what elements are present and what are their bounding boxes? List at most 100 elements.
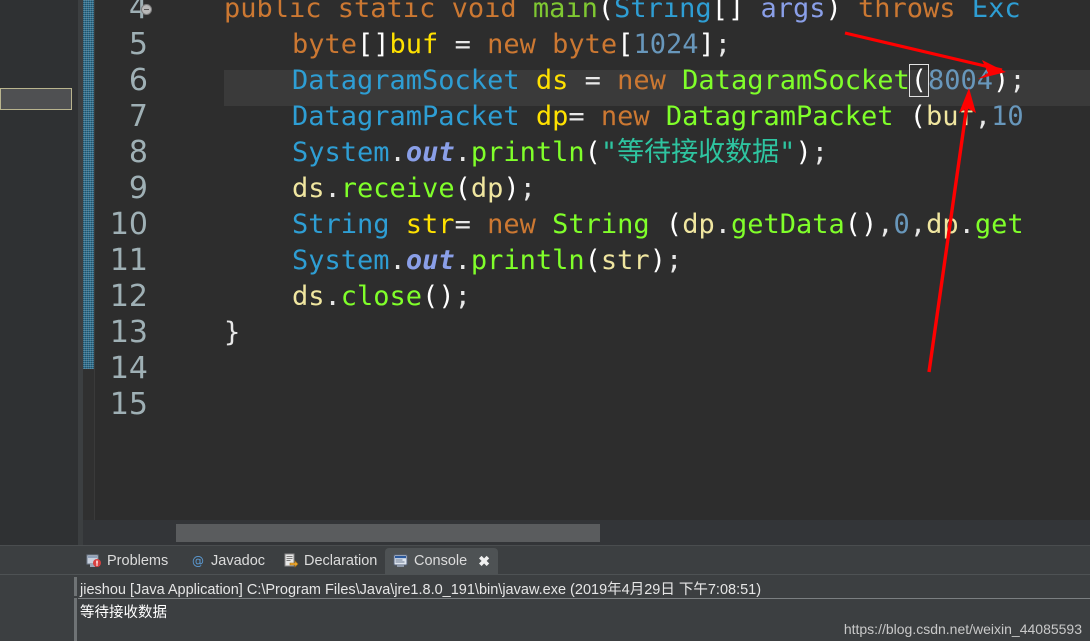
token-paren: () bbox=[844, 209, 878, 240]
code-line-6: DatagramSocket ds = new DatagramSocket(8… bbox=[292, 63, 1026, 99]
token-type: String bbox=[292, 209, 406, 240]
token-keyword: new bbox=[617, 65, 683, 96]
line-number: 12 bbox=[109, 279, 148, 314]
token-paren: ) bbox=[795, 137, 812, 168]
tab-label: Javadoc bbox=[211, 553, 266, 569]
token-variable-ref: ds bbox=[292, 173, 325, 204]
token-keyword: byte bbox=[292, 29, 358, 60]
token-variable: dp bbox=[535, 101, 569, 132]
tab-problems[interactable]: Problems bbox=[78, 548, 176, 574]
token-dot: . bbox=[714, 209, 731, 240]
token-paren: ( bbox=[584, 245, 601, 276]
token-constructor: String bbox=[552, 209, 666, 240]
left-side-panel bbox=[0, 0, 78, 546]
token-operator: = bbox=[568, 101, 601, 132]
token-paren: ( bbox=[909, 101, 927, 132]
token-argument: buf bbox=[926, 101, 975, 132]
token-variable: str bbox=[405, 209, 455, 240]
token-dot: . bbox=[324, 281, 341, 312]
token-bracket: [] bbox=[357, 29, 390, 60]
token-paren: ( bbox=[454, 173, 471, 204]
token-comma: , bbox=[877, 209, 894, 240]
console-output-text: 等待接收数据 bbox=[80, 605, 167, 621]
token-dot: . bbox=[324, 173, 341, 204]
token-variable: buf bbox=[389, 29, 439, 60]
editor-horizontal-scrollbar-track[interactable] bbox=[83, 520, 1090, 546]
code-line-10: String str= new String (dp.getData(),0,d… bbox=[292, 207, 1024, 243]
token-string-literal: "等待接收数据" bbox=[600, 137, 796, 168]
token-type: String bbox=[614, 0, 712, 24]
token-dot: . bbox=[454, 137, 471, 168]
token-type: DatagramSocket bbox=[292, 65, 536, 96]
editor-marker-bar[interactable] bbox=[83, 0, 94, 546]
token-method: getData bbox=[730, 209, 845, 240]
token-method: receive bbox=[340, 173, 455, 204]
token-argument: dp bbox=[926, 209, 959, 240]
screenshot-root: 4 5 6 7 8 9 10 11 12 13 14 15 public sta… bbox=[0, 0, 1090, 641]
code-line-11: System.out.println(str); bbox=[292, 243, 682, 279]
token-operator: = bbox=[454, 209, 488, 240]
console-left-accent bbox=[74, 577, 77, 596]
line-number: 6 bbox=[128, 63, 148, 98]
token-static-field: out bbox=[405, 245, 455, 276]
line-number: 8 bbox=[128, 135, 148, 170]
token-dot: . bbox=[389, 245, 406, 276]
token-keyword: public static void bbox=[224, 0, 533, 24]
token-paren: ) bbox=[825, 0, 842, 24]
line-number-gutter: 4 5 6 7 8 9 10 11 12 13 14 15 bbox=[95, 0, 156, 546]
token-paren: ) bbox=[503, 173, 520, 204]
close-icon[interactable]: ✖ bbox=[478, 553, 490, 570]
code-line-8: System.out.println("等待接收数据"); bbox=[292, 135, 828, 171]
bottom-view-panel: Problems @ Javadoc Declaration Console ✖… bbox=[0, 546, 1090, 641]
token-paren: ) bbox=[993, 65, 1010, 96]
line-number: 10 bbox=[109, 207, 148, 242]
token-paren: () bbox=[422, 281, 455, 312]
token-keyword: new bbox=[487, 209, 553, 240]
problems-icon bbox=[86, 553, 102, 569]
token-number: 10 bbox=[991, 101, 1024, 132]
token-paren: ( bbox=[665, 209, 683, 240]
token-comma: , bbox=[974, 101, 992, 132]
code-fold-collapse-icon[interactable] bbox=[141, 4, 152, 15]
token-bracket: ] bbox=[698, 29, 715, 60]
token-argument: dp bbox=[682, 209, 715, 240]
tab-javadoc[interactable]: @ Javadoc bbox=[182, 548, 273, 574]
token-keyword: new bbox=[487, 29, 553, 60]
token-bracket: [ bbox=[617, 29, 634, 60]
code-editor[interactable]: 4 5 6 7 8 9 10 11 12 13 14 15 public sta… bbox=[78, 0, 1090, 546]
tab-declaration[interactable]: Declaration bbox=[275, 548, 385, 574]
editor-horizontal-scrollbar-thumb[interactable] bbox=[176, 524, 600, 542]
token-variable: ds bbox=[535, 65, 569, 96]
token-method: close bbox=[340, 281, 423, 312]
token-keyword: throws bbox=[841, 0, 972, 24]
code-line-4: public static void main(String[] args) t… bbox=[224, 0, 1021, 27]
token-semicolon: ; bbox=[454, 281, 471, 312]
token-operator: = bbox=[438, 29, 488, 60]
watermark-url: https://blog.csdn.net/weixin_44085593 bbox=[843, 621, 1082, 637]
token-dot: . bbox=[454, 245, 471, 276]
line-number: 5 bbox=[128, 27, 148, 62]
token-type: Exc bbox=[971, 0, 1021, 24]
token-static-field: out bbox=[405, 137, 455, 168]
token-method: println bbox=[470, 245, 585, 276]
svg-text:@: @ bbox=[192, 554, 204, 568]
token-dot: . bbox=[389, 137, 406, 168]
code-content[interactable]: public static void main(String[] args) t… bbox=[157, 0, 1090, 520]
tab-label: Declaration bbox=[304, 553, 378, 569]
token-parameter: args bbox=[744, 0, 826, 24]
tab-console[interactable]: Console ✖ bbox=[385, 548, 498, 574]
token-paren: ( bbox=[597, 0, 615, 24]
line-number: 13 bbox=[109, 315, 148, 350]
token-number: 1024 bbox=[633, 29, 699, 60]
token-method: println bbox=[470, 137, 585, 168]
token-port-number: 8004 bbox=[928, 65, 994, 96]
token-constructor: DatagramPacket bbox=[665, 101, 910, 132]
token-method-name: main bbox=[532, 0, 598, 24]
token-semicolon: ; bbox=[1009, 65, 1026, 96]
declaration-icon bbox=[283, 553, 299, 569]
token-bracket: [] bbox=[711, 0, 745, 24]
bottom-tab-bar: Problems @ Javadoc Declaration Console ✖ bbox=[0, 546, 1090, 574]
token-number: 0 bbox=[893, 209, 910, 240]
line-number: 7 bbox=[128, 99, 148, 134]
editor-occurrence-marker bbox=[83, 0, 94, 369]
